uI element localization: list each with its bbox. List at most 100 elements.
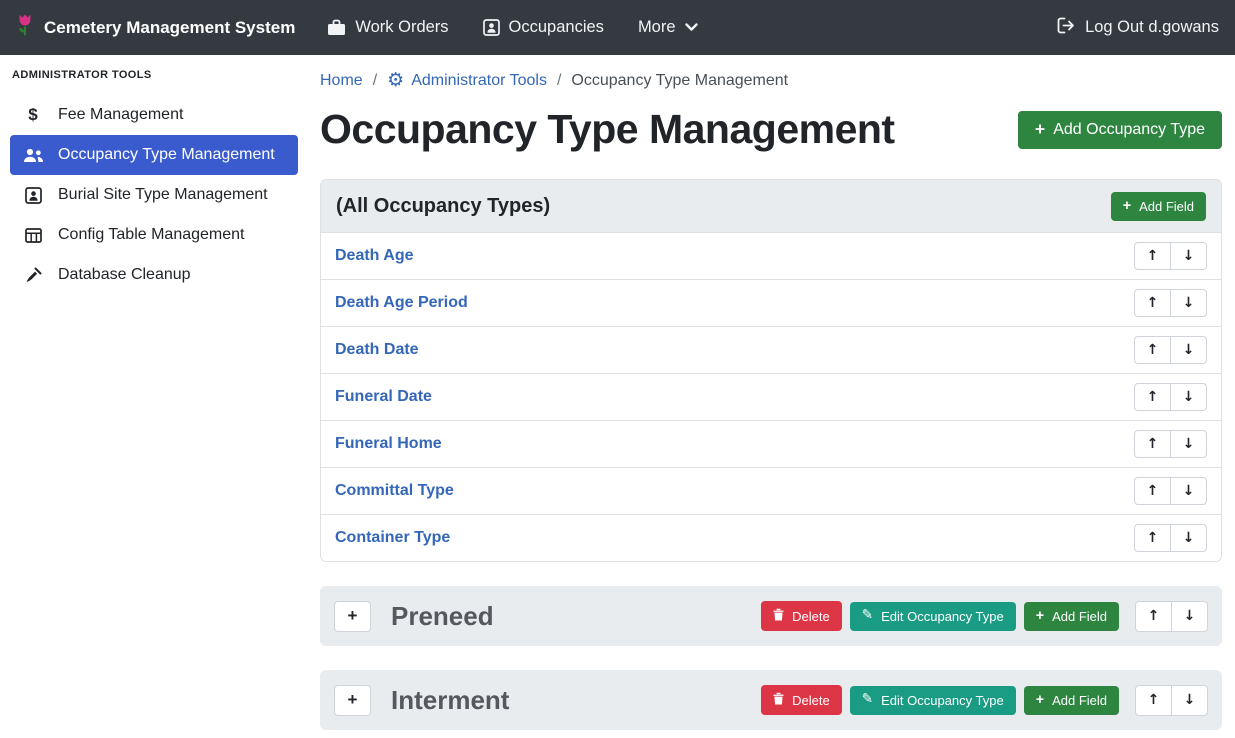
arrow-up-icon: ↑ — [1147, 248, 1159, 264]
move-down-button[interactable]: ↓ — [1170, 430, 1207, 458]
edit-occupancy-type-label: Edit Occupancy Type — [881, 693, 1004, 708]
field-link[interactable]: Committal Type — [335, 482, 454, 500]
arrow-down-icon: ↓ — [1183, 248, 1195, 264]
reorder-group: ↑ ↓ — [1134, 242, 1207, 270]
sidebar-item-label: Database Cleanup — [58, 266, 191, 284]
move-up-button[interactable]: ↑ — [1134, 524, 1171, 552]
move-down-button[interactable]: ↓ — [1170, 289, 1207, 317]
admin-sidebar: ADMINISTRATOR TOOLS $ Fee Management Occ… — [0, 55, 308, 738]
arrow-down-icon: ↓ — [1183, 295, 1195, 311]
sidebar-item-database-cleanup[interactable]: Database Cleanup — [10, 255, 298, 295]
work-orders-icon — [327, 19, 346, 36]
nav-more[interactable]: More — [638, 18, 698, 37]
breadcrumb-admin-tools-label: Administrator Tools — [411, 72, 547, 90]
app-brand[interactable]: Cemetery Management System — [16, 12, 295, 43]
move-down-button[interactable]: ↓ — [1171, 685, 1208, 716]
dollar-icon: $ — [22, 105, 44, 125]
add-occupancy-type-label: Add Occupancy Type — [1053, 121, 1205, 139]
move-up-button[interactable]: ↑ — [1135, 685, 1172, 716]
move-up-button[interactable]: ↑ — [1135, 601, 1172, 632]
delete-label: Delete — [792, 693, 830, 708]
occupancy-type-section-preneed: + Preneed Delete ✎ Edit Occupancy Type +… — [320, 586, 1222, 646]
top-navbar: Cemetery Management System Work Orders O… — [0, 0, 1235, 55]
field-link[interactable]: Funeral Date — [335, 388, 432, 406]
expand-button[interactable]: + — [334, 601, 371, 632]
sidebar-item-burial-site-type-management[interactable]: Burial Site Type Management — [10, 175, 298, 215]
add-occupancy-type-button[interactable]: + Add Occupancy Type — [1018, 111, 1222, 149]
nav-work-orders[interactable]: Work Orders — [327, 18, 448, 37]
plus-icon: + — [1035, 121, 1045, 139]
breadcrumb-home-link[interactable]: Home — [320, 72, 363, 90]
field-link[interactable]: Death Age — [335, 247, 414, 265]
move-up-button[interactable]: ↑ — [1134, 430, 1171, 458]
expand-button[interactable]: + — [334, 685, 371, 716]
add-field-label: Add Field — [1052, 609, 1107, 624]
field-row: Death Date ↑ ↓ — [321, 326, 1221, 373]
arrow-down-icon: ↓ — [1183, 483, 1195, 499]
sidebar-item-label: Occupancy Type Management — [58, 146, 275, 164]
move-up-button[interactable]: ↑ — [1134, 477, 1171, 505]
arrow-down-icon: ↓ — [1183, 389, 1195, 405]
sidebar-item-occupancy-type-management[interactable]: Occupancy Type Management — [10, 135, 298, 175]
sidebar-item-label: Fee Management — [58, 106, 183, 124]
field-row: Committal Type ↑ ↓ — [321, 467, 1221, 514]
move-up-button[interactable]: ↑ — [1134, 242, 1171, 270]
delete-label: Delete — [792, 609, 830, 624]
trash-icon — [773, 692, 784, 708]
field-link[interactable]: Container Type — [335, 529, 450, 547]
move-down-button[interactable]: ↓ — [1171, 601, 1208, 632]
breadcrumb-admin-tools-link[interactable]: ⚙ Administrator Tools — [387, 71, 547, 90]
page-title: Occupancy Type Management — [320, 106, 895, 153]
edit-occupancy-type-button[interactable]: ✎ Edit Occupancy Type — [850, 602, 1016, 631]
arrow-up-icon: ↑ — [1147, 530, 1159, 546]
plus-icon: + — [1036, 693, 1044, 707]
move-down-button[interactable]: ↓ — [1170, 383, 1207, 411]
all-occupancy-types-header: (All Occupancy Types) + Add Field — [321, 180, 1221, 232]
sidebar-item-config-table-management[interactable]: Config Table Management — [10, 215, 298, 255]
main-content: Home / ⚙ Administrator Tools / Occupancy… — [308, 55, 1235, 738]
arrow-up-icon: ↑ — [1147, 295, 1159, 311]
pencil-icon: ✎ — [862, 609, 873, 623]
breadcrumb-separator: / — [373, 72, 377, 90]
logout-button[interactable]: Log Out d.gowans — [1057, 17, 1219, 39]
edit-occupancy-type-button[interactable]: ✎ Edit Occupancy Type — [850, 686, 1016, 715]
nav-occupancies-label: Occupancies — [509, 18, 604, 37]
sidebar-item-fee-management[interactable]: $ Fee Management — [10, 95, 298, 135]
move-down-button[interactable]: ↓ — [1170, 336, 1207, 364]
move-up-button[interactable]: ↑ — [1134, 289, 1171, 317]
add-field-button[interactable]: + Add Field — [1024, 686, 1119, 715]
all-occupancy-types-card: (All Occupancy Types) + Add Field Death … — [320, 179, 1222, 562]
users-icon — [22, 148, 44, 163]
reorder-group: ↑ ↓ — [1135, 601, 1208, 632]
move-down-button[interactable]: ↓ — [1170, 477, 1207, 505]
add-field-button[interactable]: + Add Field — [1111, 192, 1206, 221]
field-link[interactable]: Funeral Home — [335, 435, 442, 453]
delete-button[interactable]: Delete — [761, 601, 842, 631]
move-up-button[interactable]: ↑ — [1134, 336, 1171, 364]
nav-occupancies[interactable]: Occupancies — [483, 18, 604, 37]
plus-icon: + — [348, 690, 358, 710]
move-down-button[interactable]: ↓ — [1170, 524, 1207, 552]
trash-icon — [773, 608, 784, 624]
move-down-button[interactable]: ↓ — [1170, 242, 1207, 270]
logout-icon — [1057, 17, 1076, 39]
breadcrumb-current: Occupancy Type Management — [571, 72, 788, 90]
add-field-label: Add Field — [1139, 199, 1194, 214]
delete-button[interactable]: Delete — [761, 685, 842, 715]
field-row: Funeral Home ↑ ↓ — [321, 420, 1221, 467]
field-row: Funeral Date ↑ ↓ — [321, 373, 1221, 420]
breadcrumb: Home / ⚙ Administrator Tools / Occupancy… — [320, 67, 1222, 90]
move-up-button[interactable]: ↑ — [1134, 383, 1171, 411]
arrow-up-icon: ↑ — [1147, 436, 1159, 452]
chevron-down-icon — [685, 23, 698, 32]
edit-occupancy-type-label: Edit Occupancy Type — [881, 609, 1004, 624]
field-link[interactable]: Death Date — [335, 341, 419, 359]
table-icon — [22, 228, 44, 243]
plus-icon: + — [1123, 199, 1131, 213]
reorder-group: ↑ ↓ — [1134, 524, 1207, 552]
arrow-down-icon: ↓ — [1183, 530, 1195, 546]
flower-logo-icon — [16, 12, 34, 43]
reorder-group: ↑ ↓ — [1134, 477, 1207, 505]
add-field-button[interactable]: + Add Field — [1024, 602, 1119, 631]
field-link[interactable]: Death Age Period — [335, 294, 468, 312]
